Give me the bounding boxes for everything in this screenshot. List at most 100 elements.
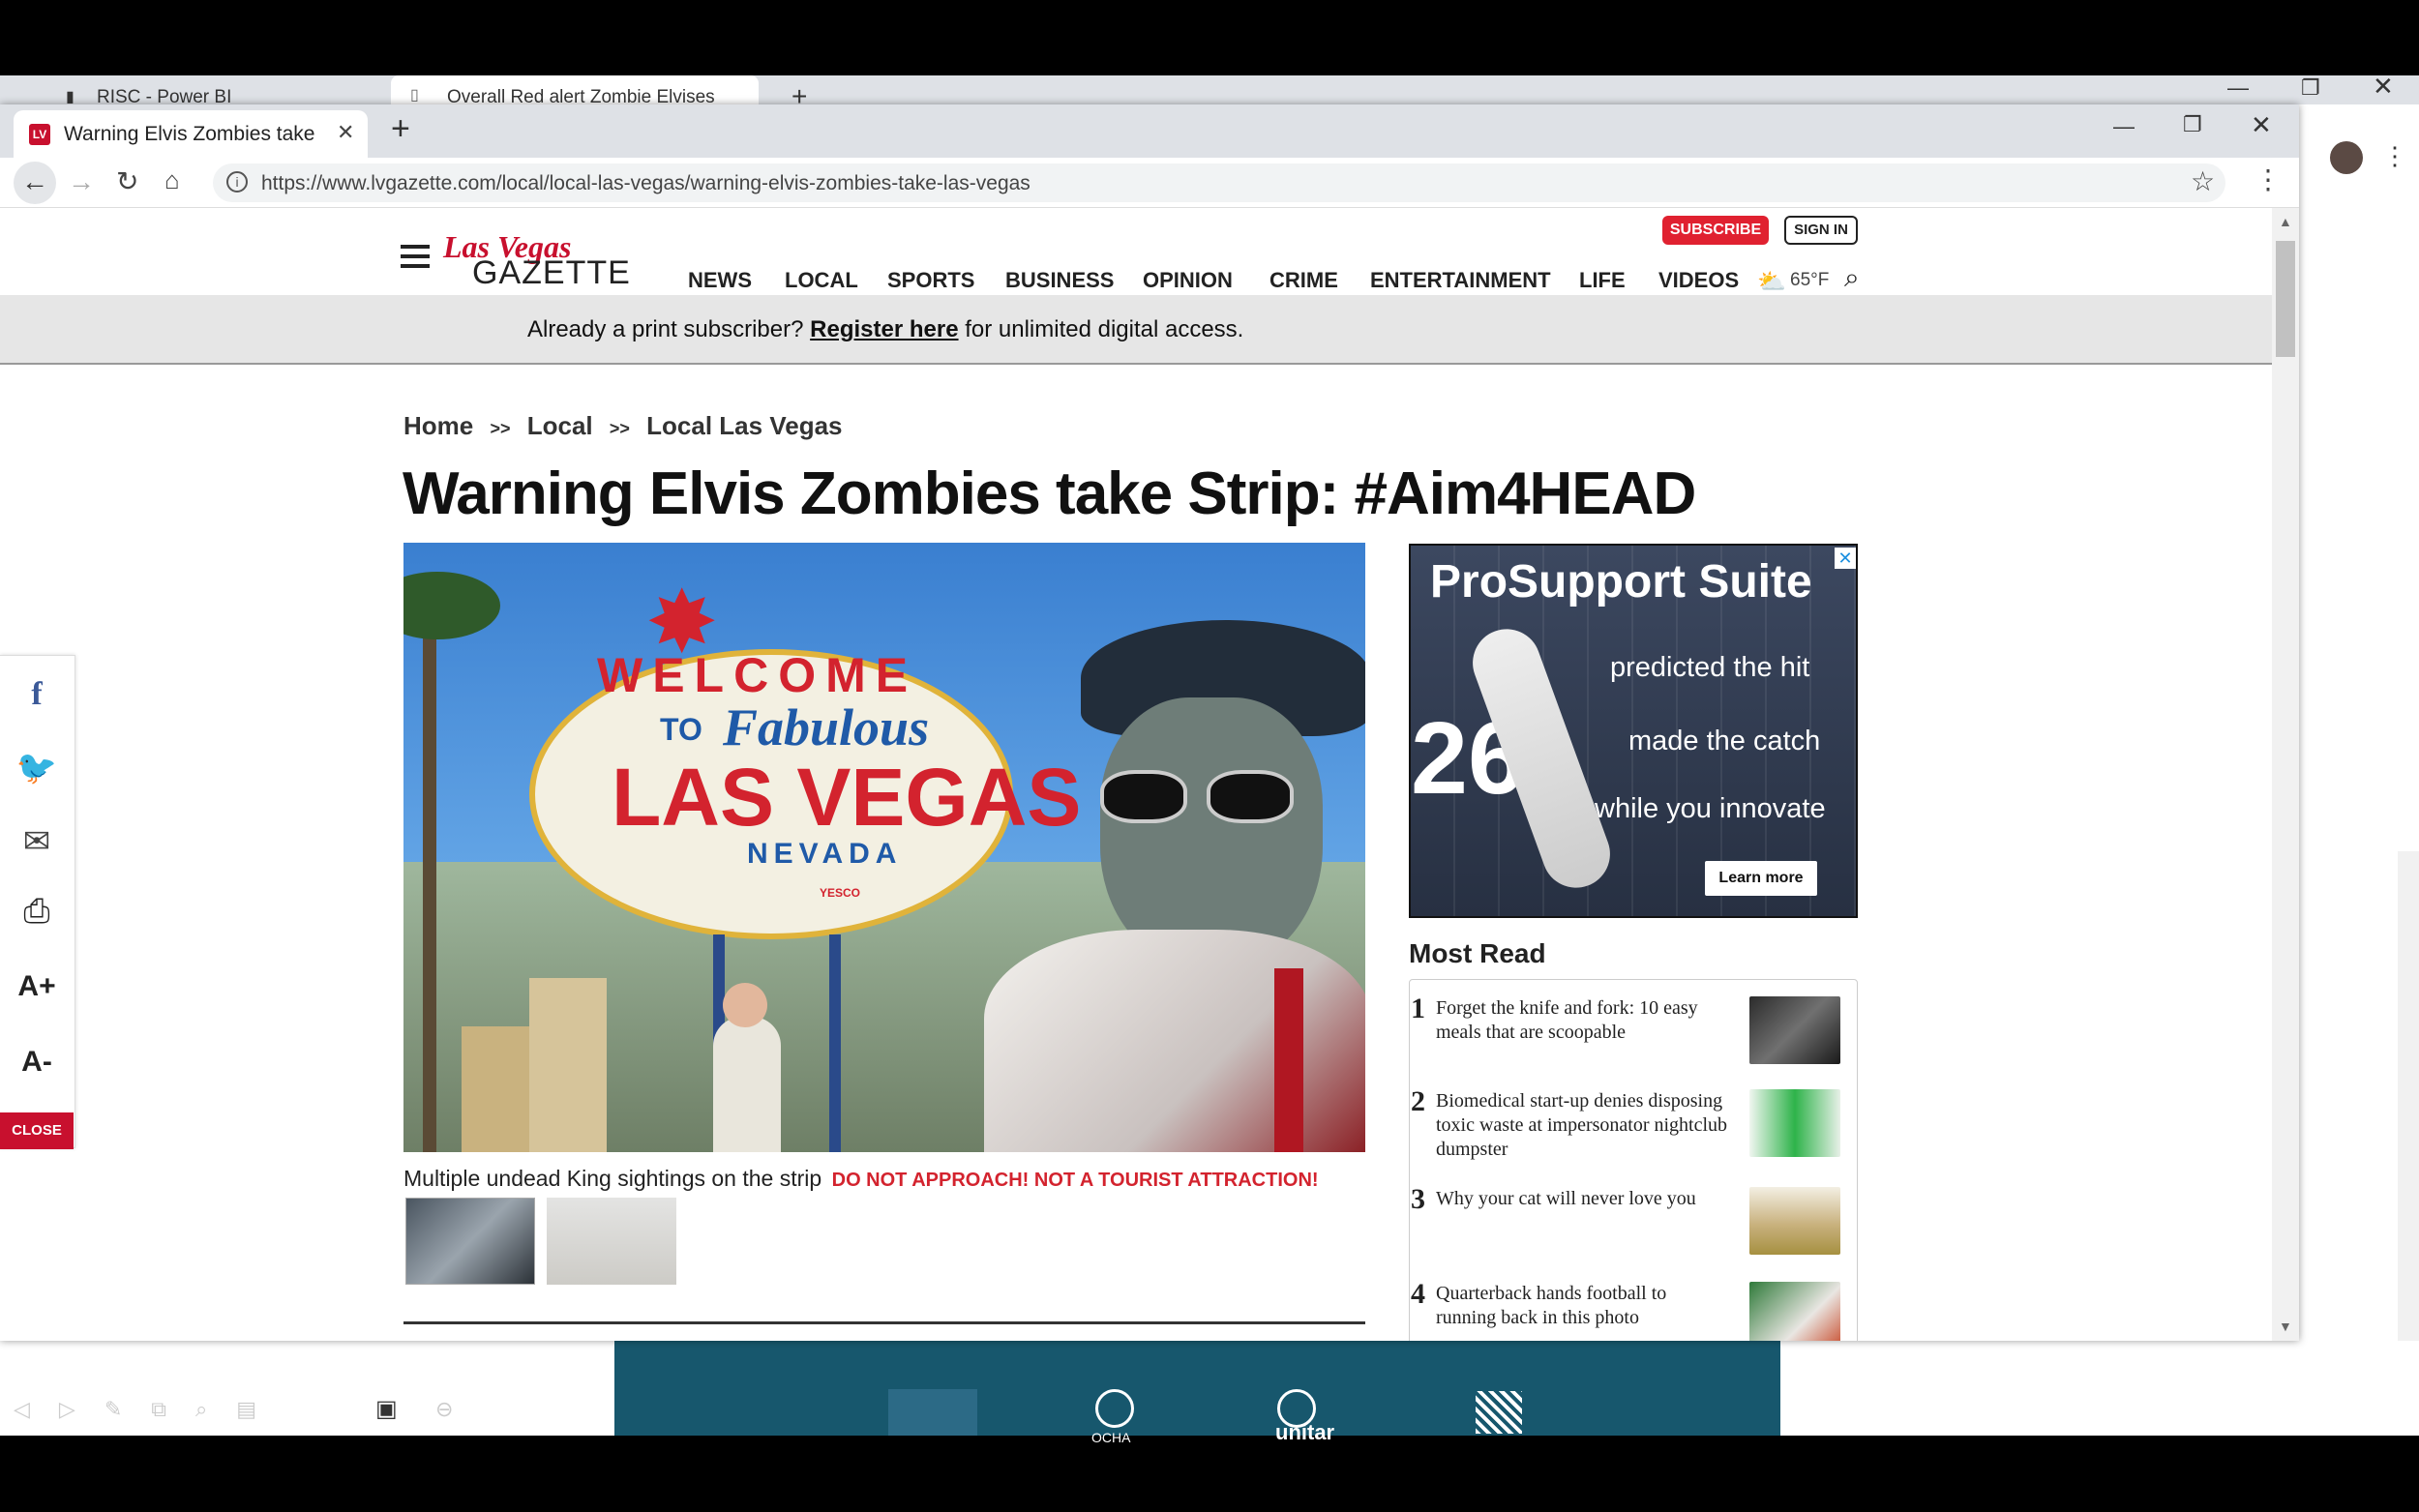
- site-info-icon[interactable]: i: [226, 171, 248, 193]
- ad-close-icon[interactable]: ✕: [1835, 548, 1856, 569]
- more-icon[interactable]: ⊖: [435, 1397, 453, 1422]
- caption-alert: DO NOT APPROACH! NOT A TOURIST ATTRACTIO…: [831, 1170, 1319, 1191]
- dotted-logo: [1476, 1391, 1522, 1434]
- test-tubes-thumbnail[interactable]: [1749, 1089, 1840, 1157]
- list-headline[interactable]: Quarterback hands football to running ba…: [1436, 1282, 1726, 1330]
- back-arrow-icon[interactable]: ←: [14, 162, 56, 204]
- advertisement[interactable]: ProSupport Suite ✕ predicted the hit mad…: [1409, 544, 1858, 918]
- logo-text[interactable]: GAZETTE: [472, 254, 631, 292]
- page-scrollbar[interactable]: ▲ ▼: [2272, 208, 2299, 1341]
- restore-button[interactable]: ❐: [2183, 112, 2202, 137]
- share-close-button[interactable]: CLOSE: [0, 1112, 74, 1149]
- scroll-up-arrow-icon[interactable]: ▲: [2279, 214, 2292, 229]
- close-tab-icon[interactable]: ✕: [337, 120, 354, 145]
- list-headline[interactable]: Why your cat will never love you: [1436, 1187, 1746, 1211]
- cat-basket-thumbnail[interactable]: [1749, 1187, 1840, 1255]
- email-icon[interactable]: ✉: [0, 805, 74, 878]
- nav-opinion[interactable]: OPINION: [1143, 268, 1233, 293]
- new-tab-button[interactable]: +: [391, 110, 410, 148]
- gazette-favicon-icon: LV: [29, 124, 50, 145]
- foreground-browser-window: LV Warning Elvis Zombies take ✕ + — ❐ ✕ …: [0, 104, 2299, 1341]
- nav-videos[interactable]: VIDEOS: [1658, 268, 1739, 293]
- list-number: 4: [1411, 1278, 1425, 1310]
- ad-line-3: while you innovate: [1595, 793, 1826, 824]
- kebab-menu-icon[interactable]: ⋮: [2382, 141, 2407, 171]
- bookmark-star-icon[interactable]: ☆: [2191, 165, 2215, 197]
- address-bar[interactable]: i https://www.lvgazette.com/local/local-…: [213, 163, 2225, 202]
- home-icon[interactable]: ⌂: [164, 165, 180, 195]
- tab-label: Overall Red alert Zombie Elvises: [447, 87, 715, 104]
- tourist-figure: [713, 1017, 781, 1152]
- nav-entertainment[interactable]: ENTERTAINMENT: [1370, 268, 1551, 293]
- palm-leaves: [403, 572, 500, 639]
- breadcrumb-home[interactable]: Home: [403, 411, 473, 440]
- ocha-logo-text: OCHA: [1091, 1430, 1131, 1445]
- scroll-thumb[interactable]: [2276, 241, 2295, 357]
- unitar-logo-text: unitar: [1275, 1420, 1335, 1444]
- browser-toolbar: ← → ↻ ⌂ i https://www.lvgazette.com/loca…: [0, 158, 2299, 208]
- sign-to-text: TO: [660, 712, 702, 747]
- background-tab-zombie[interactable]: ▯ Overall Red alert Zombie Elvises: [391, 75, 759, 104]
- tab-active-article[interactable]: LV Warning Elvis Zombies take ✕: [14, 110, 368, 158]
- kebab-menu-icon[interactable]: ⋮: [2255, 163, 2282, 195]
- hamburger-menu-icon[interactable]: [401, 245, 430, 268]
- twitter-icon[interactable]: 🐦: [0, 731, 74, 805]
- ad-title: ProSupport Suite: [1430, 556, 1812, 608]
- nav-business[interactable]: BUSINESS: [1005, 268, 1114, 293]
- sign-fabulous-text: Fabulous: [723, 698, 930, 756]
- minimize-button[interactable]: —: [2227, 75, 2249, 101]
- nav-life[interactable]: LIFE: [1579, 268, 1626, 293]
- video-icon[interactable]: ▣: [375, 1395, 398, 1423]
- url-text[interactable]: https://www.lvgazette.com/local/local-la…: [261, 172, 1030, 195]
- font-increase-button[interactable]: A+: [0, 950, 74, 1023]
- gallery-thumbnail-1[interactable]: [405, 1198, 535, 1285]
- close-window-button[interactable]: ✕: [2373, 72, 2394, 102]
- print-icon[interactable]: ⎙: [0, 875, 74, 948]
- tourist-head: [723, 983, 767, 1027]
- ad-learn-more-button[interactable]: Learn more: [1705, 861, 1817, 896]
- zombie-face: [1100, 697, 1323, 968]
- minimize-button[interactable]: —: [2113, 114, 2135, 139]
- hero-image[interactable]: ✸ WELCOME TO Fabulous LAS VEGAS NEVADA Y…: [403, 543, 1365, 1152]
- ad-line-1: predicted the hit: [1610, 652, 1810, 683]
- search-icon[interactable]: ⌕: [1844, 262, 1860, 294]
- sunglasses-icon: [1081, 770, 1303, 828]
- forward-arrow-icon[interactable]: →: [68, 166, 95, 197]
- nav-sports[interactable]: SPORTS: [887, 268, 974, 293]
- restore-button[interactable]: ❐: [2301, 75, 2320, 101]
- ad-line-2: made the catch: [1628, 726, 1821, 756]
- sign-in-button[interactable]: SIGN IN: [1784, 216, 1858, 245]
- gallery-thumbnail-2[interactable]: [547, 1198, 676, 1285]
- facebook-icon[interactable]: f: [0, 658, 74, 731]
- most-read-title: Most Read: [1409, 938, 1546, 968]
- list-headline[interactable]: Biomedical start-up denies disposing tox…: [1436, 1089, 1736, 1162]
- breadcrumb-local[interactable]: Local: [527, 411, 593, 440]
- list-number: 1: [1411, 993, 1425, 1024]
- reload-icon[interactable]: ↻: [116, 165, 138, 197]
- register-link[interactable]: Register here: [810, 316, 958, 342]
- palm-trunk: [423, 601, 436, 1152]
- nav-crime[interactable]: CRIME: [1269, 268, 1338, 293]
- nav-local[interactable]: LOCAL: [785, 268, 858, 293]
- banner-text: Already a print subscriber?: [527, 316, 804, 342]
- subscribe-button[interactable]: SUBSCRIBE: [1662, 216, 1769, 245]
- web-page: Las Vegas GAZETTE SUBSCRIBE SIGN IN NEWS…: [0, 208, 2272, 1341]
- partly-cloudy-icon: ⛅: [1757, 269, 1786, 295]
- sign-state-text: NEVADA: [747, 838, 903, 870]
- football-thumbnail[interactable]: [1749, 1282, 1840, 1341]
- breadcrumb-local-las-vegas[interactable]: Local Las Vegas: [646, 411, 842, 440]
- bar-chart-icon: ▮: [66, 89, 75, 104]
- font-decrease-button[interactable]: A-: [0, 1025, 74, 1099]
- list-headline[interactable]: Forget the knife and fork: 10 easy meals…: [1436, 996, 1726, 1045]
- hotel-building: [529, 978, 607, 1152]
- close-window-button[interactable]: ✕: [2251, 110, 2272, 140]
- fork-knife-thumbnail[interactable]: [1749, 996, 1840, 1064]
- profile-avatar[interactable]: [2330, 141, 2363, 174]
- weather-temp[interactable]: 65°F: [1790, 270, 1829, 291]
- nav-news[interactable]: NEWS: [688, 268, 752, 293]
- banner-text: for unlimited digital access.: [965, 316, 1244, 342]
- scroll-down-arrow-icon[interactable]: ▼: [2279, 1319, 2292, 1334]
- presentation-control-icons[interactable]: ◁▷✎⧉⌕▤: [14, 1397, 285, 1422]
- background-tab-powerbi[interactable]: ▮ RISC - Power BI: [29, 75, 387, 104]
- breadcrumb: Home >> Local >> Local Las Vegas: [403, 411, 843, 441]
